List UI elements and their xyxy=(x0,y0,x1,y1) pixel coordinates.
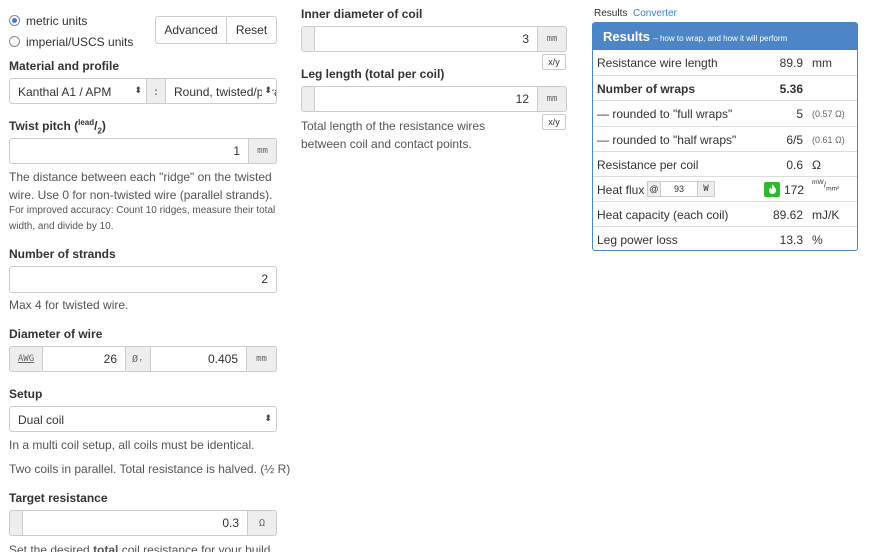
leg-length-fraction-button[interactable]: x/y xyxy=(542,114,566,130)
resistance-value: 0.6 xyxy=(786,157,803,172)
twist-pitch-help-small: For improved accuracy: Count 10 ridges, … xyxy=(9,205,276,232)
resistance-label: Resistance per coil xyxy=(597,157,699,172)
wire-length-unit: mm xyxy=(812,56,832,70)
results-subtitle: – how to wrap, and how it will perform xyxy=(653,34,788,43)
inner-diameter-fraction-button[interactable]: x/y xyxy=(542,54,566,70)
half-wraps-note: (0.61 Ω) xyxy=(812,134,845,145)
material-separator: : xyxy=(146,78,166,104)
wire-length-label: Resistance wire length xyxy=(597,56,718,70)
heat-capacity-unit: mJ/K xyxy=(812,208,840,223)
results-row-full-wraps: — rounded to "full wraps" 5 (0.57 Ω) xyxy=(593,100,857,125)
results-row-resistance: Resistance per coil 0.6 Ω xyxy=(593,150,857,176)
heat-flux-unit: mW/mm² xyxy=(812,178,840,193)
diameter-unit: mm xyxy=(246,346,277,372)
leg-length-label: Leg length (total per coil) xyxy=(301,67,445,81)
leg-loss-label: Leg power loss xyxy=(597,233,678,248)
inner-diameter-unit: mm xyxy=(537,26,567,52)
diameter-label: Diameter of wire xyxy=(9,327,103,341)
results-title: Results xyxy=(603,29,650,44)
resistance-unit: Ω xyxy=(812,157,821,172)
imperial-units-radio[interactable] xyxy=(9,36,20,47)
heat-flux-watts-unit: W xyxy=(697,180,715,197)
heat-flux-watts-input[interactable]: 93 xyxy=(660,180,698,197)
leg-length-left-addon xyxy=(301,86,315,112)
inner-diameter-left-addon xyxy=(301,26,315,52)
select-arrows-icon: ⬍ xyxy=(134,85,142,95)
twist-pitch-help: The distance between each "ridge" on the… xyxy=(9,170,273,202)
diameter-symbol: Øᵣ xyxy=(125,346,151,372)
results-row-heat-flux: Heat flux @ 93 W 172 mW/mm² xyxy=(593,175,857,201)
imperial-units-label[interactable]: imperial/USCS units xyxy=(26,35,133,49)
flame-icon xyxy=(764,181,780,197)
target-resistance-label: Target resistance xyxy=(9,491,108,505)
target-resistance-left-addon xyxy=(9,510,23,536)
target-resistance-unit: Ω xyxy=(247,510,277,536)
awg-addon[interactable]: AWG xyxy=(9,346,43,372)
results-row-heat-capacity: Heat capacity (each coil) 89.62 mJ/K xyxy=(593,201,857,226)
leg-length-help: Total length of the resistance wires bet… xyxy=(301,119,486,151)
advanced-button[interactable]: Advanced xyxy=(155,16,227,44)
strands-label: Number of strands xyxy=(9,247,116,261)
results-row-leg-loss: Leg power loss 13.3 % xyxy=(593,226,857,250)
setup-help-2: Two coils in parallel. Total resistance … xyxy=(9,462,291,476)
results-row-half-wraps: — rounded to "half wraps" 6/5 (0.61 Ω) xyxy=(593,125,857,151)
results-row-wire-length: Resistance wire length 89.9 mm xyxy=(593,50,857,75)
setup-select[interactable]: Dual coil ⬍ xyxy=(9,406,277,432)
setup-help-1: In a multi coil setup, all coils must be… xyxy=(9,438,255,452)
tab-results[interactable]: Results xyxy=(594,8,627,19)
strands-input[interactable]: 2 xyxy=(9,266,277,293)
inner-diameter-label: Inner diameter of coil xyxy=(301,7,423,21)
leg-length-input[interactable]: 12 xyxy=(314,86,538,112)
metric-units-label[interactable]: metric units xyxy=(26,14,87,28)
heat-flux-label: Heat flux xyxy=(597,182,645,197)
wraps-label: Number of wraps xyxy=(597,82,696,97)
metric-units-radio[interactable] xyxy=(9,15,20,26)
setup-select-value: Dual coil xyxy=(18,413,65,427)
heat-flux-value: 172 xyxy=(784,182,805,197)
full-wraps-note: (0.57 Ω) xyxy=(812,109,845,120)
profile-select[interactable]: Round, twisted/parallel ⬍ xyxy=(165,78,277,104)
awg-input[interactable]: 26 xyxy=(42,346,126,372)
leg-loss-unit: % xyxy=(812,233,823,248)
select-arrows-icon: ⬍ xyxy=(262,85,272,96)
heat-flux-at: @ xyxy=(647,180,661,197)
inner-diameter-input[interactable]: 3 xyxy=(314,26,538,52)
material-label: Material and profile xyxy=(9,59,120,73)
leg-length-unit: mm xyxy=(537,86,567,112)
results-panel: Results – how to wrap, and how it will p… xyxy=(592,22,858,251)
target-resistance-input[interactable]: 0.3 xyxy=(22,510,248,536)
results-header: Results – how to wrap, and how it will p… xyxy=(593,23,857,50)
material-select[interactable]: Kanthal A1 / APM ⬍ xyxy=(9,78,147,104)
full-wraps-value: 5 xyxy=(796,107,803,122)
target-resistance-help: Set the desired total coil resistance fo… xyxy=(9,543,271,552)
material-select-value: Kanthal A1 / APM xyxy=(18,85,112,99)
leg-loss-value: 13.3 xyxy=(779,233,803,248)
setup-label: Setup xyxy=(9,387,43,401)
heat-capacity-label: Heat capacity (each coil) xyxy=(597,208,729,223)
reset-button[interactable]: Reset xyxy=(226,16,277,44)
twist-pitch-label: Twist pitch (lead/2) xyxy=(9,118,106,136)
diameter-input[interactable]: 0.405 xyxy=(150,346,247,372)
twist-pitch-input[interactable]: 1 xyxy=(9,138,249,164)
results-row-wraps: Number of wraps 5.36 xyxy=(593,75,857,100)
heat-capacity-value: 89.62 xyxy=(772,208,803,223)
select-arrows-icon: ⬍ xyxy=(264,413,272,423)
half-wraps-value: 6/5 xyxy=(786,132,803,147)
full-wraps-label: — rounded to "full wraps" xyxy=(597,107,733,122)
tab-converter[interactable]: Converter xyxy=(633,8,677,19)
strands-help: Max 4 for twisted wire. xyxy=(9,298,129,312)
wraps-value: 5.36 xyxy=(779,82,803,97)
twist-pitch-unit: mm xyxy=(248,138,277,164)
wire-length-value: 89.9 xyxy=(779,56,803,70)
half-wraps-label: — rounded to "half wraps" xyxy=(597,132,737,147)
